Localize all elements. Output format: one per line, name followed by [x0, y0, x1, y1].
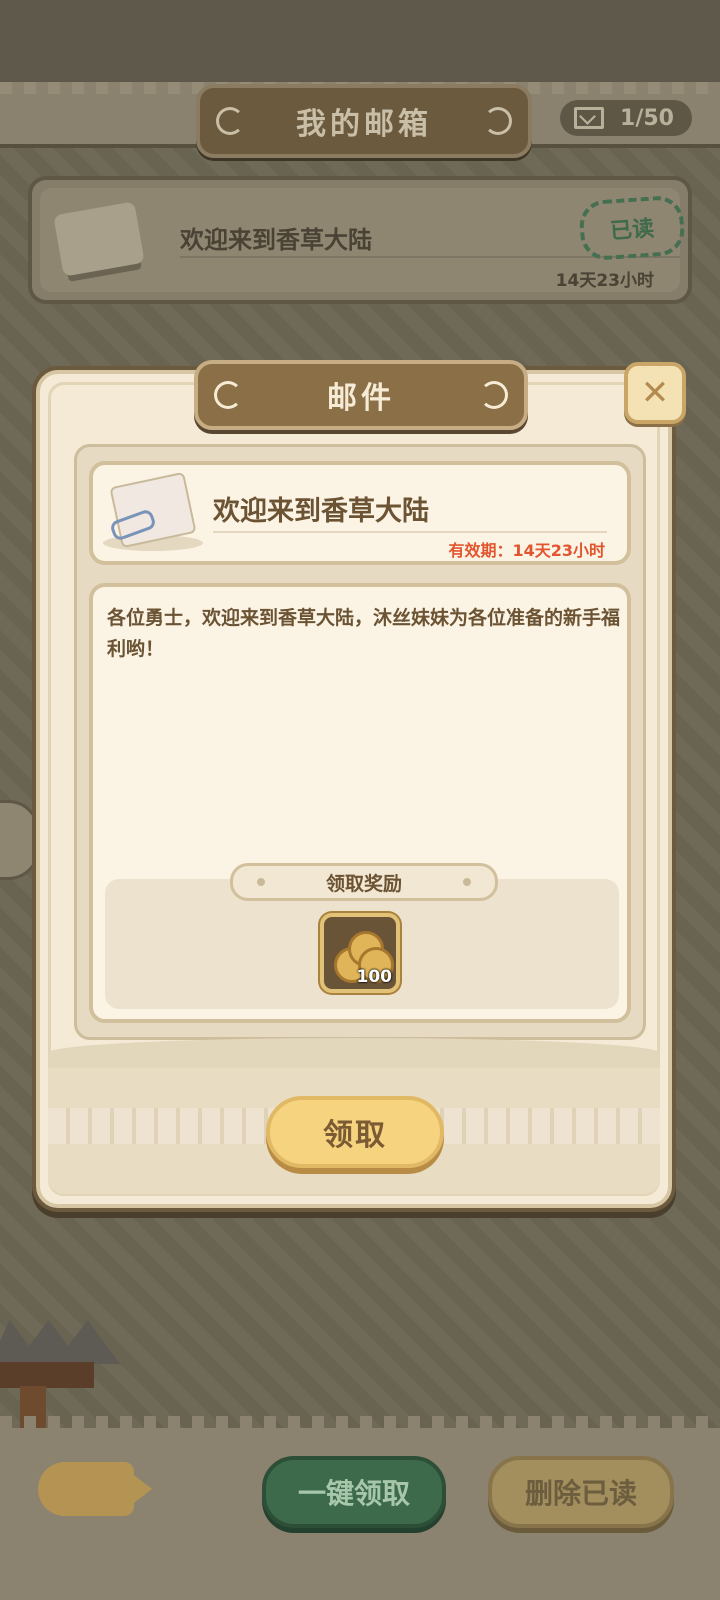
ornament-icon [480, 381, 508, 409]
delete-read-button[interactable]: 删除已读 [488, 1456, 674, 1528]
ornament-icon [484, 107, 512, 135]
mail-detail-modal: 邮件 欢迎来到香草大陆 有效期：14天23小时 各位勇士，欢迎来到香草大陆，沐丝… [36, 360, 672, 1208]
reward-tag: 领取奖励 [230, 863, 498, 901]
mail-list-item[interactable]: 欢迎来到香草大陆 已读 14天23小时 [28, 176, 692, 304]
page-title: 我的邮箱 [296, 107, 432, 142]
reward-item-gold-coins[interactable]: 100 [320, 913, 400, 993]
mail-subject: 欢迎来到香草大陆 [180, 226, 372, 254]
reward-quantity: 100 [356, 967, 393, 987]
modal-title-plaque: 邮件 [194, 360, 528, 430]
modal-title: 邮件 [327, 381, 395, 416]
close-button[interactable]: ✕ [624, 362, 686, 424]
fishbone-icon[interactable] [38, 1462, 152, 1516]
mail-count-text: 1/50 [620, 105, 674, 131]
close-icon: ✕ [640, 373, 670, 413]
house-decoration [0, 1300, 130, 1430]
ornament-icon [216, 107, 244, 135]
top-strip [0, 0, 720, 90]
ornament-icon [214, 381, 242, 409]
expiry-text: 有效期：14天23小时 [448, 541, 605, 560]
envelope-icon [574, 107, 604, 129]
mail-body-text: 各位勇士，欢迎来到香草大陆，沐丝妹妹为各位准备的新手福利哟！ [107, 607, 621, 660]
mail-header-card: 欢迎来到香草大陆 有效期：14天23小时 [89, 461, 631, 565]
read-status-stamp: 已读 [578, 194, 686, 262]
divider [213, 531, 607, 533]
mailbox-title-plaque: 我的邮箱 [196, 84, 532, 158]
modal-mail-subject: 欢迎来到香草大陆 [213, 496, 429, 527]
mail-time-left: 14天23小时 [555, 271, 654, 291]
mail-body-card: 各位勇士，欢迎来到香草大陆，沐丝妹妹为各位准备的新手福利哟！ 领取奖励 100 [89, 583, 631, 1023]
claim-all-button[interactable]: 一键领取 [262, 1456, 446, 1528]
claim-button[interactable]: 领取 [266, 1096, 444, 1168]
mail-count-badge: 1/50 [560, 100, 692, 136]
mail-content-frame: 欢迎来到香草大陆 有效期：14天23小时 各位勇士，欢迎来到香草大陆，沐丝妹妹为… [74, 444, 646, 1040]
reward-tag-label: 领取奖励 [325, 872, 402, 895]
